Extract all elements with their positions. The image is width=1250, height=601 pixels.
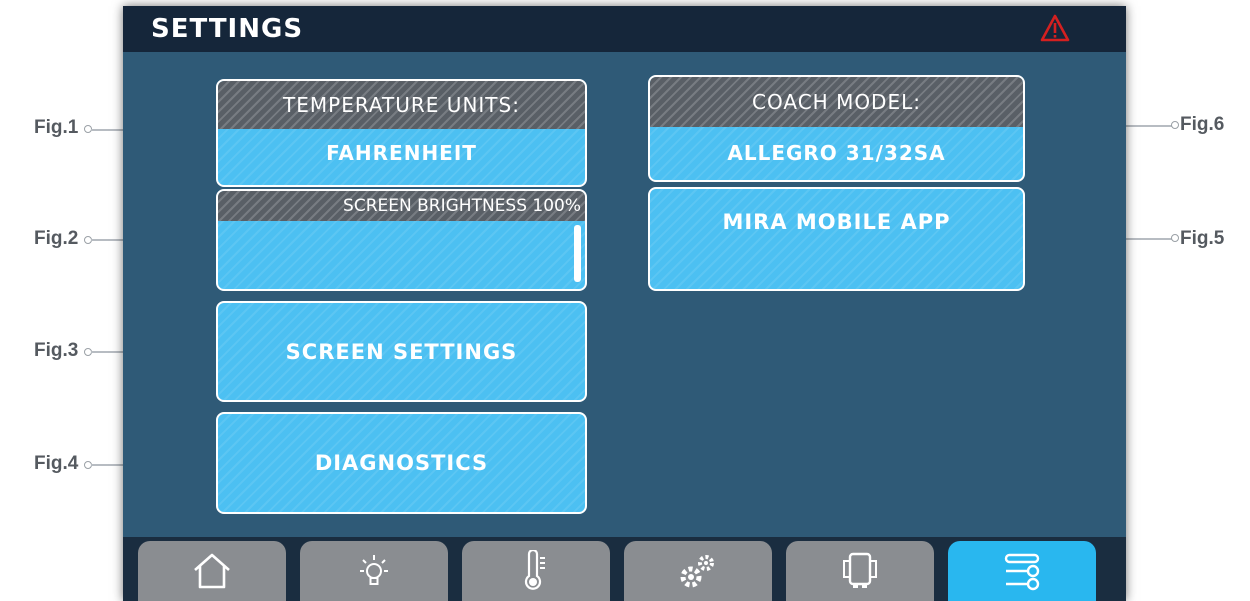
callout-fig5: Fig.5 [1180, 228, 1225, 249]
nav-systems-button[interactable] [624, 541, 772, 601]
callout-fig2: Fig.2 [34, 228, 79, 249]
callout-fig3: Fig.3 [34, 340, 79, 361]
home-icon [194, 553, 230, 589]
callout-fig6: Fig.6 [1180, 114, 1225, 135]
callout-fig5-dot [1171, 234, 1179, 242]
coach-model-label: COACH MODEL: [650, 77, 1023, 127]
temperature-units-button[interactable]: TEMPERATURE UNITS: FAHRENHEIT [216, 79, 587, 187]
nav-home-button[interactable] [138, 541, 286, 601]
callout-fig6-dot [1171, 121, 1179, 129]
mira-mobile-app-button[interactable]: MIRA MOBILE APP [648, 187, 1025, 291]
screen-settings-button[interactable]: SCREEN SETTINGS [216, 301, 587, 402]
bottom-nav-bar [123, 537, 1126, 601]
nav-slides-button[interactable] [786, 541, 934, 601]
coach-model-value: ALLEGRO 31/32SA [727, 141, 946, 165]
slide-out-icon [843, 552, 877, 588]
settings-screen: SETTINGS TEMPERATURE UNITS: FAHRENHEIT S… [123, 6, 1126, 601]
nav-climate-button[interactable] [462, 541, 610, 601]
screen-brightness-label: SCREEN BRIGHTNESS 100% [218, 191, 585, 221]
temperature-units-value: FAHRENHEIT [326, 141, 477, 165]
coach-model-button[interactable]: COACH MODEL: ALLEGRO 31/32SA [648, 75, 1025, 182]
diagnostics-button[interactable]: DIAGNOSTICS [216, 412, 587, 514]
thermometer-icon [524, 550, 545, 590]
lightbulb-icon [360, 555, 388, 585]
brightness-slider-handle[interactable] [574, 225, 581, 282]
mira-mobile-app-label: MIRA MOBILE APP [722, 210, 951, 234]
nav-lighting-button[interactable] [300, 541, 448, 601]
callout-fig1: Fig.1 [34, 117, 79, 138]
callout-fig4: Fig.4 [34, 453, 79, 474]
page-title: SETTINGS [151, 14, 304, 44]
screen-settings-label: SCREEN SETTINGS [285, 339, 518, 364]
warning-triangle-icon[interactable] [1040, 14, 1070, 42]
temperature-units-label: TEMPERATURE UNITS: [218, 81, 585, 129]
nav-settings-button[interactable] [948, 541, 1096, 601]
settings-sliders-icon [1004, 553, 1040, 591]
title-bar: SETTINGS [123, 6, 1126, 52]
screen-brightness-slider[interactable]: SCREEN BRIGHTNESS 100% [216, 189, 587, 291]
gears-icon [680, 555, 714, 588]
diagnostics-label: DIAGNOSTICS [314, 451, 489, 475]
